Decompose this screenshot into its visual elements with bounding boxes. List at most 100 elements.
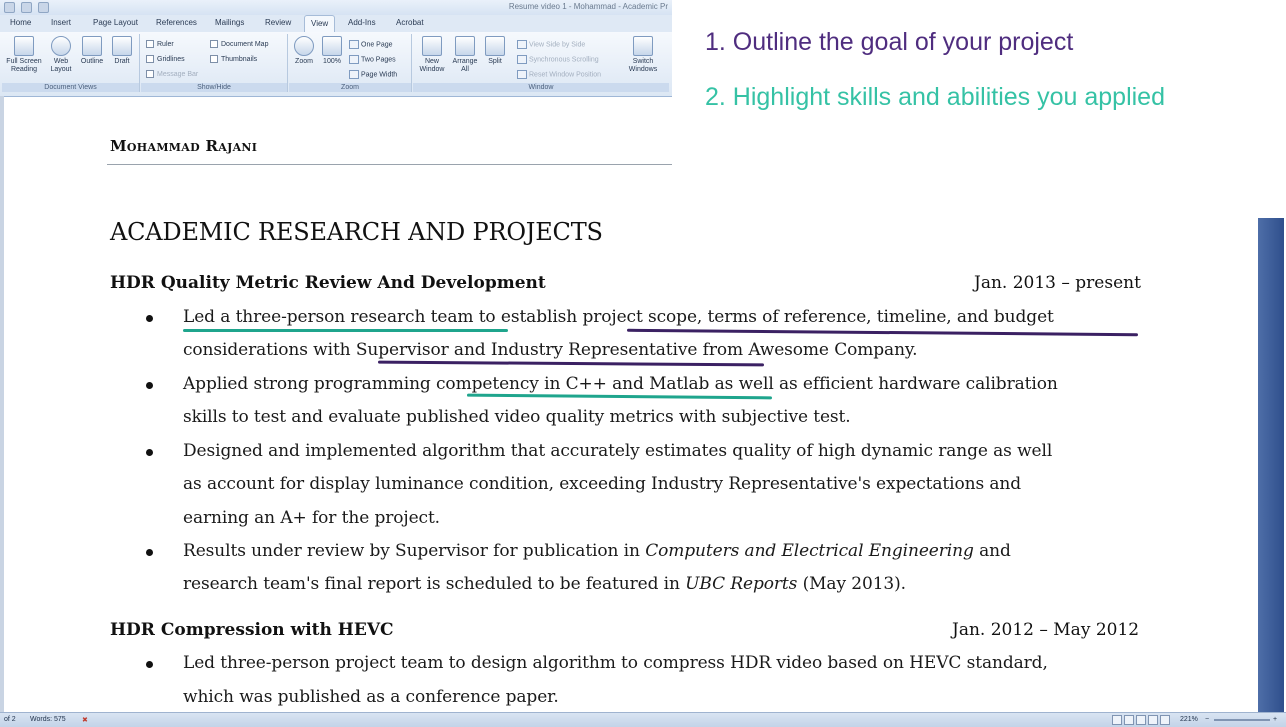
zoom-out-icon[interactable]: − <box>1205 716 1209 723</box>
arrange-all-button[interactable]: Arrange All <box>449 36 481 74</box>
bullet-line: considerations with Supervisor and Indus… <box>183 340 918 360</box>
save-icon[interactable] <box>4 2 15 13</box>
section-heading: ACADEMIC RESEARCH AND PROJECTS <box>110 218 603 246</box>
full-screen-view-button[interactable] <box>1124 715 1134 725</box>
reset-window-position-button[interactable]: Reset Window Position <box>517 70 601 79</box>
zoom-in-icon[interactable]: + <box>1273 716 1277 723</box>
reset-window-icon <box>517 70 527 79</box>
ribbon: Full Screen Reading Web Layout Outline D… <box>0 32 672 97</box>
gridlines-checkbox[interactable]: Gridlines <box>146 55 185 63</box>
switch-windows-button[interactable]: Switch Windows <box>621 36 665 74</box>
web-layout-button[interactable]: Web Layout <box>46 36 76 74</box>
bullet-line: research team's final report is schedule… <box>183 574 906 594</box>
tab-acrobat[interactable]: Acrobat <box>396 18 424 27</box>
ruler-checkbox[interactable]: Ruler <box>146 40 174 48</box>
project-title: HDR Compression with HEVC <box>110 620 394 640</box>
split-icon <box>485 36 505 56</box>
header-rule <box>107 164 672 165</box>
bullet <box>146 449 153 456</box>
annotation-goal: 1. Outline the goal of your project <box>705 28 1074 56</box>
document-map-checkbox[interactable]: Document Map <box>210 40 268 48</box>
word-title-bar: Resume video 1 - Mohammad - Academic Pr <box>0 0 672 16</box>
zoom-slider[interactable] <box>1214 719 1270 721</box>
group-label: Window <box>413 83 669 92</box>
group-show-hide: Ruler Gridlines Message Bar Document Map… <box>141 34 288 92</box>
thumbnails-checkbox[interactable]: Thumbnails <box>210 55 257 63</box>
message-bar-checkbox[interactable]: Message Bar <box>146 70 198 78</box>
group-window: New Window Arrange All Split View Side b… <box>413 34 669 92</box>
page-width-icon <box>349 70 359 79</box>
redo-icon[interactable] <box>38 2 49 13</box>
group-label: Zoom <box>289 83 411 92</box>
bullet-line: which was published as a conference pape… <box>183 687 559 707</box>
group-label: Document Views <box>2 83 139 92</box>
author-name: Mohammad Rajani <box>110 137 258 155</box>
new-window-button[interactable]: New Window <box>415 36 449 74</box>
window-left-edge <box>0 96 4 712</box>
window-title: Resume video 1 - Mohammad - Academic Pr <box>508 2 668 11</box>
proofing-icon[interactable]: ✖ <box>82 716 88 724</box>
outline-view-button[interactable] <box>1148 715 1158 725</box>
bullet <box>146 382 153 389</box>
outline-icon <box>82 36 102 56</box>
ribbon-tab-bar: Home Insert Page Layout References Maili… <box>0 15 672 32</box>
tab-view[interactable]: View <box>304 15 336 32</box>
bullet-line: as account for display luminance conditi… <box>183 474 1022 494</box>
vertical-scrollbar[interactable] <box>1258 218 1284 712</box>
page-width-button[interactable]: Page Width <box>349 70 397 79</box>
bullet <box>146 661 153 668</box>
web-layout-view-button[interactable] <box>1136 715 1146 725</box>
tab-page-layout[interactable]: Page Layout <box>93 18 138 27</box>
switch-windows-icon <box>633 36 653 56</box>
one-page-button[interactable]: One Page <box>349 40 393 49</box>
sync-scroll-icon <box>517 55 527 64</box>
status-bar: of 2 Words: 575 ✖ 221% − + <box>0 712 1286 727</box>
purple-underline <box>626 328 1139 337</box>
bullet-line: skills to test and evaluate published vi… <box>183 407 851 427</box>
annotation-skills: 2. Highlight skills and abilities you ap… <box>705 83 1165 111</box>
bullet-line: Led a three-person research team to esta… <box>183 307 1054 327</box>
two-pages-button[interactable]: Two Pages <box>349 55 396 64</box>
bullet <box>146 549 153 556</box>
zoom-100-button[interactable]: 100% <box>319 36 345 66</box>
tab-add-ins[interactable]: Add-Ins <box>348 18 376 27</box>
bullet-line: Applied strong programming competency in… <box>183 374 1058 394</box>
bullet-line: earning an A+ for the project. <box>183 508 440 528</box>
purple-underline <box>377 360 765 367</box>
quick-access-toolbar <box>4 2 49 13</box>
zoom-level[interactable]: 221% <box>1180 716 1198 723</box>
synchronous-scrolling-button[interactable]: Synchronous Scrolling <box>517 55 599 64</box>
word-count[interactable]: Words: 575 <box>30 716 66 723</box>
group-zoom: Zoom 100% One Page Two Pages Page Width … <box>289 34 412 92</box>
tab-review[interactable]: Review <box>265 18 291 27</box>
page-indicator[interactable]: of 2 <box>4 716 16 723</box>
tab-home[interactable]: Home <box>10 18 31 27</box>
page-100-icon <box>322 36 342 56</box>
new-window-icon <box>422 36 442 56</box>
bullet-line: Designed and implemented algorithm that … <box>183 441 1053 461</box>
outline-button[interactable]: Outline <box>76 36 108 66</box>
split-button[interactable]: Split <box>481 36 509 66</box>
undo-icon[interactable] <box>21 2 32 13</box>
group-document-views: Full Screen Reading Web Layout Outline D… <box>2 34 140 92</box>
view-side-by-side-button[interactable]: View Side by Side <box>517 40 585 49</box>
tab-insert[interactable]: Insert <box>51 18 71 27</box>
side-by-side-icon <box>517 40 527 49</box>
full-screen-reading-button[interactable]: Full Screen Reading <box>4 36 44 74</box>
one-page-icon <box>349 40 359 49</box>
teal-underline <box>466 393 773 400</box>
project-date: Jan. 2013 – present <box>974 273 1141 293</box>
tab-mailings[interactable]: Mailings <box>215 18 244 27</box>
draft-button[interactable]: Draft <box>108 36 136 66</box>
zoom-button[interactable]: Zoom <box>291 36 317 66</box>
draft-view-button[interactable] <box>1160 715 1170 725</box>
arrange-all-icon <box>455 36 475 56</box>
tab-references[interactable]: References <box>156 18 197 27</box>
globe-icon <box>51 36 71 56</box>
print-layout-view-button[interactable] <box>1112 715 1122 725</box>
draft-icon <box>112 36 132 56</box>
project-title: HDR Quality Metric Review And Developmen… <box>110 273 546 293</box>
bullet <box>146 315 153 322</box>
bullet-line: Led three-person project team to design … <box>183 653 1048 673</box>
bullet-line: Results under review by Supervisor for p… <box>183 541 1011 561</box>
